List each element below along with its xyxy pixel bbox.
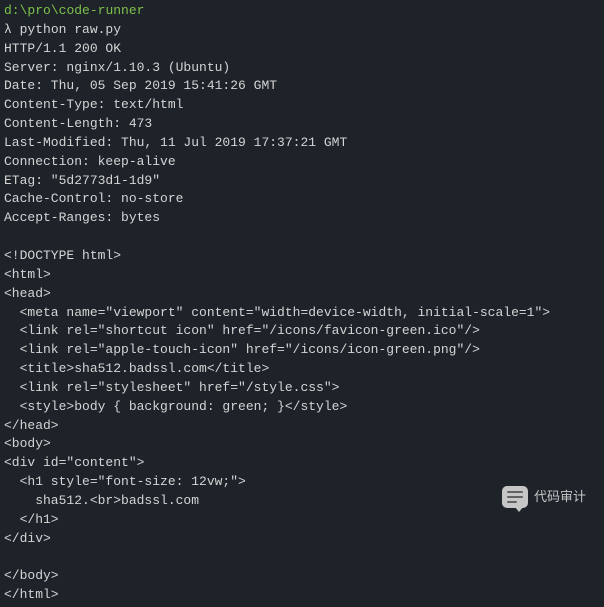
output-line: Accept-Ranges: bytes: [4, 209, 600, 228]
output-line: <meta name="viewport" content="width=dev…: [4, 304, 600, 323]
output-line: <style>body { background: green; }</styl…: [4, 398, 600, 417]
prompt-line[interactable]: λ python raw.py: [4, 21, 600, 40]
output-line: [4, 548, 600, 567]
output-line: </html>: [4, 586, 600, 605]
path-drive: d:: [4, 3, 20, 18]
terminal-output: d:\pro\code-runner λ python raw.py HTTP/…: [0, 0, 604, 607]
chat-icon: [502, 486, 528, 508]
path-sep2: \: [51, 3, 59, 18]
output-line: </head>: [4, 417, 600, 436]
prompt-symbol: λ: [4, 22, 20, 37]
output-line: Last-Modified: Thu, 11 Jul 2019 17:37:21…: [4, 134, 600, 153]
output-line: Content-Length: 473: [4, 115, 600, 134]
cwd-line: d:\pro\code-runner: [4, 2, 600, 21]
output-line: Content-Type: text/html: [4, 96, 600, 115]
output-line: </body>: [4, 567, 600, 586]
output-line: <html>: [4, 266, 600, 285]
output-line: <link rel="shortcut icon" href="/icons/f…: [4, 322, 600, 341]
output-line: <link rel="apple-touch-icon" href="/icon…: [4, 341, 600, 360]
path-dir1: pro: [27, 3, 50, 18]
output-line: Server: nginx/1.10.3 (Ubuntu): [4, 59, 600, 78]
output-line: </div>: [4, 530, 600, 549]
watermark: 代码审计: [502, 486, 586, 508]
watermark-text: 代码审计: [534, 488, 586, 507]
output-line: ETag: "5d2773d1-1d9": [4, 172, 600, 191]
output-line: [4, 228, 600, 247]
output-line: <div id="content">: [4, 454, 600, 473]
output-line: <body>: [4, 435, 600, 454]
output-line: </h1>: [4, 511, 600, 530]
command-text: python raw.py: [20, 22, 121, 37]
output-line: <title>sha512.badssl.com</title>: [4, 360, 600, 379]
output-block: HTTP/1.1 200 OKServer: nginx/1.10.3 (Ubu…: [4, 40, 600, 605]
output-line: Connection: keep-alive: [4, 153, 600, 172]
path-dir2: code-runner: [59, 3, 145, 18]
output-line: <link rel="stylesheet" href="/style.css"…: [4, 379, 600, 398]
output-line: <head>: [4, 285, 600, 304]
output-line: HTTP/1.1 200 OK: [4, 40, 600, 59]
output-line: Cache-Control: no-store: [4, 190, 600, 209]
output-line: <!DOCTYPE html>: [4, 247, 600, 266]
output-line: Date: Thu, 05 Sep 2019 15:41:26 GMT: [4, 77, 600, 96]
